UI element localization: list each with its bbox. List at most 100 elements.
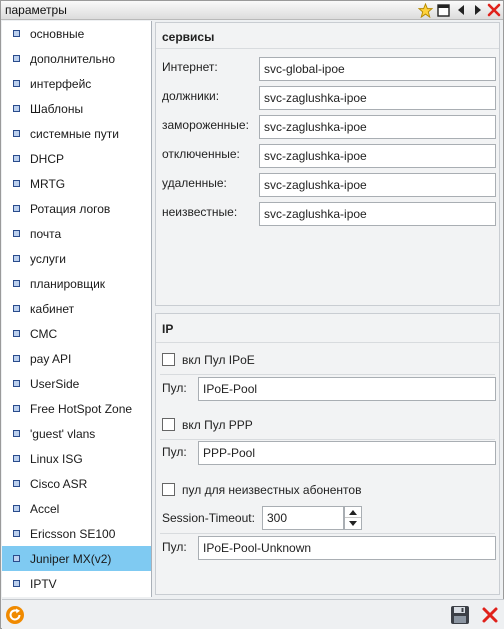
frozen-service-input[interactable] [259,115,496,139]
internet-service-input[interactable] [259,57,496,81]
sidebar-item[interactable]: системные пути [2,121,151,146]
sidebar-item[interactable]: интерфейс [2,71,151,96]
sidebar-item[interactable]: Шаблоны [2,96,151,121]
ip-panel: IP вкл Пул IPoE Пул: вкл Пул PPP Пул: пу… [155,313,500,595]
bullet-icon [13,130,20,137]
arrow-right-icon[interactable] [470,2,486,18]
sidebar-item[interactable]: кабинет [2,296,151,321]
sidebar-item-label: IPTV [30,576,57,591]
disabled-label: отключенные: [162,147,240,161]
unknown-label: неизвестные: [162,205,238,219]
bullet-icon [13,105,20,112]
divider [160,439,495,440]
bullet-icon [13,430,20,437]
sidebar-item[interactable]: UserSide [2,371,151,396]
sidebar-item[interactable]: Ротация логов [2,196,151,221]
sidebar-item-label: UserSide [30,376,80,391]
bullet-icon [13,480,20,487]
internet-label: Интернет: [162,60,218,74]
unknown-pool-input[interactable] [198,536,496,560]
arrow-left-icon[interactable] [453,2,469,18]
sidebar-item-label: дополнительно [30,51,116,66]
sidebar-item-label: Cisco ASR [30,476,88,491]
unknown-subscribers-pool-checkbox[interactable] [162,483,175,496]
sidebar-item[interactable]: СМС [2,321,151,346]
bullet-icon [13,280,20,287]
bullet-icon [13,580,20,587]
sidebar-item[interactable]: pay API [2,346,151,371]
ipoe-pool-input[interactable] [198,377,496,401]
sidebar-item-label: DHCP [30,151,65,166]
bullet-icon [13,255,20,262]
star-icon[interactable] [417,2,433,18]
divider [160,533,495,534]
sidebar-item-label: Ротация логов [30,201,111,216]
bullet-icon [13,530,20,537]
chevron-down-icon[interactable] [345,518,361,529]
deleted-service-input[interactable] [259,173,496,197]
sidebar-item[interactable]: 'guest' vlans [2,421,151,446]
unknown-pool-label: Пул: [162,540,187,554]
sidebar-item-label: услуги [30,251,66,266]
debtors-label: должники: [162,89,220,103]
cancel-icon[interactable] [479,604,501,626]
ppp-pool-input[interactable] [198,441,496,465]
bullet-icon [13,355,20,362]
bullet-icon [13,80,20,87]
divider [156,48,499,49]
sidebar-item[interactable]: Accel [2,496,151,521]
close-icon[interactable] [486,2,502,18]
sidebar-item-label: СМС [30,326,58,341]
divider [160,374,495,375]
session-timeout-input[interactable] [262,506,344,530]
sidebar-item-label: 'guest' vlans [30,426,96,441]
save-icon[interactable] [449,604,471,626]
ip-title: IP [162,322,174,336]
ipoe-pool-checkbox[interactable] [162,353,175,366]
settings-window: параметры основные дополнительно интерфейс… [0,0,504,629]
ppp-pool-checkbox[interactable] [162,418,175,431]
sidebar-item-label: Juniper MX(v2) [30,551,112,566]
sidebar-item-label: MRTG [30,176,66,191]
sidebar-item[interactable]: дополнительно [2,46,151,71]
bullet-icon [13,55,20,62]
title-bar: параметры [1,1,503,20]
sidebar-item-label: основные [30,26,85,41]
sidebar-item[interactable]: почта [2,221,151,246]
bullet-icon [13,330,20,337]
sidebar-item[interactable]: основные [2,21,151,46]
sidebar-item-label: системные пути [30,126,119,141]
sidebar-item-label: Ericsson SE100 [30,526,116,541]
debtors-service-input[interactable] [259,86,496,110]
divider [156,342,499,343]
session-timeout-stepper[interactable] [344,506,362,530]
sidebar-item[interactable]: DHCP [2,146,151,171]
sidebar-item-label: почта [30,226,62,241]
sidebar-item[interactable]: Ericsson SE100 [2,521,151,546]
sidebar-item[interactable]: Cisco ASR [2,471,151,496]
sidebar-item[interactable]: Juniper MX(v2) [2,546,151,571]
unknown-subscribers-pool-checkbox-label: пул для неизвестных абонентов [182,483,362,497]
settings-sidebar: основные дополнительно интерфейс Шаблоны сис… [2,21,152,597]
services-panel: сервисы Интернет: должники: замороженные… [155,22,500,306]
sidebar-item[interactable]: IPTV [2,571,151,596]
bullet-icon [13,230,20,237]
unknown-service-input[interactable] [259,202,496,226]
maximize-icon[interactable] [435,2,451,18]
sidebar-item[interactable]: планировщик [2,271,151,296]
sidebar-item[interactable]: Linux ISG [2,446,151,471]
bullet-icon [13,305,20,312]
bullet-icon [13,405,20,412]
sidebar-item-label: Шаблоны [30,101,84,116]
ppp-pool-checkbox-label: вкл Пул PPP [182,418,253,432]
disabled-service-input[interactable] [259,144,496,168]
deleted-label: удаленные: [162,176,227,190]
footer-toolbar [2,599,504,629]
sidebar-item[interactable]: Free HotSpot Zone [2,396,151,421]
chevron-up-icon[interactable] [345,507,361,518]
refresh-icon[interactable] [4,604,26,626]
sidebar-item[interactable]: услуги [2,246,151,271]
bullet-icon [13,30,20,37]
sidebar-item[interactable]: MRTG [2,171,151,196]
bullet-icon [13,155,20,162]
